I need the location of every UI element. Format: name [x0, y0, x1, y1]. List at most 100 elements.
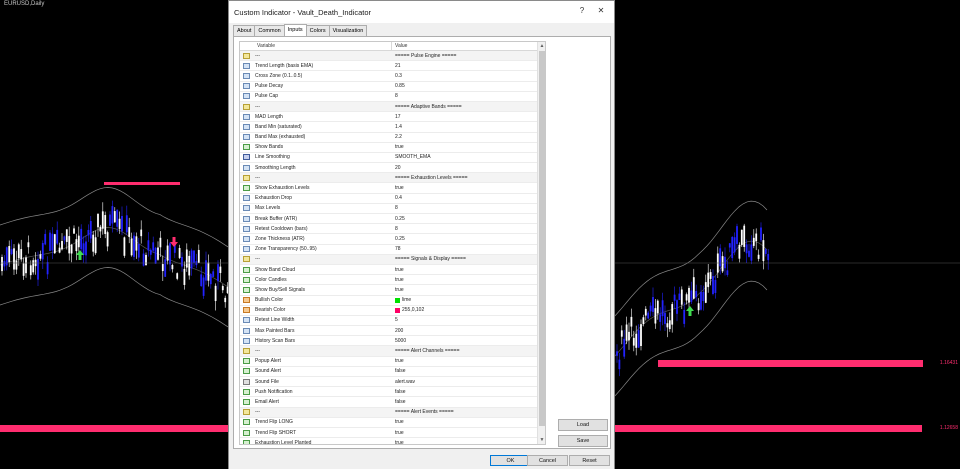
column-header-value[interactable]: Value	[392, 42, 407, 50]
input-row[interactable]: Exhaustion Level Planted true	[240, 438, 539, 444]
variable-value[interactable]: true	[392, 358, 404, 364]
variable-value[interactable]: 8	[392, 226, 398, 232]
grid-scrollbar[interactable]: ▲ ▼	[537, 42, 545, 444]
variable-value[interactable]: ===== Adaptive Bands =====	[392, 104, 462, 110]
input-row[interactable]: Break Buffer (ATR) 0.25	[240, 214, 539, 225]
input-row[interactable]: Show Bands true	[240, 143, 539, 153]
variable-value[interactable]: SMOOTH_EMA	[392, 154, 431, 160]
input-row[interactable]: Sound File alert.wav	[240, 377, 539, 388]
dialog-titlebar[interactable]: Custom Indicator - Vault_Death_Indicator…	[229, 1, 614, 23]
input-row[interactable]: Retest Cooldown (bars) 8	[240, 224, 539, 235]
input-row[interactable]: Show Band Cloud true	[240, 265, 539, 276]
variable-value[interactable]: 0.85	[392, 83, 405, 89]
variable-value[interactable]: false	[392, 399, 406, 405]
variable-value[interactable]: 5000	[392, 338, 406, 344]
variable-value[interactable]: 17	[392, 114, 401, 120]
tab-about[interactable]: About	[233, 25, 256, 36]
input-row[interactable]: MAD Length 17	[240, 112, 539, 123]
section-separator-row[interactable]: --- ===== Exhaustion Levels =====	[240, 173, 539, 184]
ok-button[interactable]: OK	[490, 455, 531, 466]
section-separator-row[interactable]: --- ===== Alert Channels =====	[240, 346, 539, 357]
input-row[interactable]: Band Min (saturated) 1.4	[240, 122, 539, 133]
variable-value[interactable]: 20	[392, 165, 401, 171]
variable-value[interactable]: ===== Signals & Display =====	[392, 256, 466, 262]
input-row[interactable]: History Scan Bars 5000	[240, 336, 539, 347]
variable-value[interactable]: 255,0,102	[392, 307, 424, 313]
input-row[interactable]: Exhaustion Drop 0.4	[240, 194, 539, 204]
variable-value[interactable]: true	[392, 419, 404, 425]
tab-common[interactable]: Common	[254, 25, 285, 36]
variable-value[interactable]: true	[392, 185, 404, 191]
variable-value[interactable]: true	[392, 430, 404, 436]
tab-inputs[interactable]: Inputs	[283, 24, 307, 36]
variable-value[interactable]: 2.2	[392, 134, 402, 140]
section-separator-row[interactable]: --- ===== Signals & Display =====	[240, 254, 539, 265]
variable-value[interactable]: lime	[392, 297, 411, 303]
variable-value[interactable]: ===== Pulse Engine =====	[392, 53, 456, 59]
variable-value[interactable]: 8	[392, 93, 398, 99]
input-row[interactable]: Trend Length (basis EMA) 21	[240, 61, 539, 72]
input-row[interactable]: Band Max (exhausted) 2.2	[240, 133, 539, 143]
tab-colors[interactable]: Colors	[305, 25, 330, 36]
input-row[interactable]: Trend Flip SHORT true	[240, 428, 539, 439]
input-row[interactable]: Retest Line Width 5	[240, 316, 539, 327]
load-button[interactable]: Load	[558, 419, 608, 431]
variable-value[interactable]: 200	[392, 328, 403, 334]
input-row[interactable]: Pulse Cap 8	[240, 92, 539, 102]
input-row[interactable]: Line Smoothing SMOOTH_EMA	[240, 153, 539, 164]
input-row[interactable]: Show Buy/Sell Signals true	[240, 285, 539, 296]
variable-value[interactable]: alert.wav	[392, 379, 415, 385]
bool-type-icon	[243, 398, 250, 405]
variable-value[interactable]: 21	[392, 63, 401, 69]
cancel-button[interactable]: Cancel	[527, 455, 568, 466]
variable-value[interactable]: 5	[392, 317, 398, 323]
section-separator-row[interactable]: --- ===== Alert Events =====	[240, 407, 539, 418]
scroll-down-icon[interactable]: ▼	[538, 436, 545, 444]
input-row[interactable]: Max Levels 8	[240, 204, 539, 214]
input-row[interactable]: Smoothing Length 20	[240, 163, 539, 174]
variable-value[interactable]: true	[392, 267, 404, 273]
input-row[interactable]: Email Alert false	[240, 397, 539, 408]
input-row[interactable]: Popup Alert true	[240, 357, 539, 367]
variable-value[interactable]: 8	[392, 205, 398, 211]
input-row[interactable]: Show Exhaustion Levels true	[240, 183, 539, 194]
section-separator-row[interactable]: --- ===== Pulse Engine =====	[240, 51, 539, 62]
input-row[interactable]: Color Candles true	[240, 275, 539, 286]
variable-value[interactable]: true	[392, 144, 404, 150]
variable-value[interactable]: ===== Exhaustion Levels =====	[392, 175, 468, 181]
help-icon[interactable]: ?	[576, 6, 588, 15]
variable-value[interactable]: 78	[392, 246, 401, 252]
int-type-icon	[243, 113, 250, 120]
variable-value[interactable]: 0.4	[392, 195, 402, 201]
input-row[interactable]: Bullish Color lime	[240, 296, 539, 306]
scrollbar-thumb[interactable]	[539, 51, 545, 426]
variable-value[interactable]: 0.25	[392, 236, 405, 242]
input-row[interactable]: Bearish Color 255,0,102	[240, 306, 539, 316]
input-row[interactable]: Trend Flip LONG true	[240, 418, 539, 428]
input-row[interactable]: Zone Thickness (ATR) 0.25	[240, 234, 539, 245]
variable-value[interactable]: true	[392, 440, 404, 444]
variable-value[interactable]: ===== Alert Events =====	[392, 409, 454, 415]
variable-value[interactable]: 0.3	[392, 73, 402, 79]
candle-body	[49, 232, 51, 251]
close-icon[interactable]: ✕	[595, 6, 607, 15]
save-button[interactable]: Save	[558, 435, 608, 447]
variable-value[interactable]: false	[392, 368, 406, 374]
section-separator-row[interactable]: --- ===== Adaptive Bands =====	[240, 101, 539, 113]
variable-value[interactable]: true	[392, 277, 404, 283]
variable-value[interactable]: false	[392, 389, 406, 395]
variable-value[interactable]: 0.25	[392, 216, 405, 222]
input-row[interactable]: Cross Zone (0.1..0.5) 0.3	[240, 71, 539, 82]
input-row[interactable]: Pulse Decay 0.85	[240, 82, 539, 92]
column-header-variable[interactable]: Variable	[240, 42, 392, 50]
variable-value[interactable]: ===== Alert Channels =====	[392, 348, 460, 354]
input-row[interactable]: Sound Alert false	[240, 367, 539, 377]
scroll-up-icon[interactable]: ▲	[538, 42, 545, 50]
tab-visualization[interactable]: Visualization	[328, 25, 368, 36]
reset-button[interactable]: Reset	[569, 455, 610, 466]
variable-value[interactable]: 1.4	[392, 124, 402, 130]
input-row[interactable]: Push Notification false	[240, 387, 539, 398]
input-row[interactable]: Max Painted Bars 200	[240, 326, 539, 337]
input-row[interactable]: Zone Transparency (50..95) 78	[240, 245, 539, 255]
variable-value[interactable]: true	[392, 287, 404, 293]
